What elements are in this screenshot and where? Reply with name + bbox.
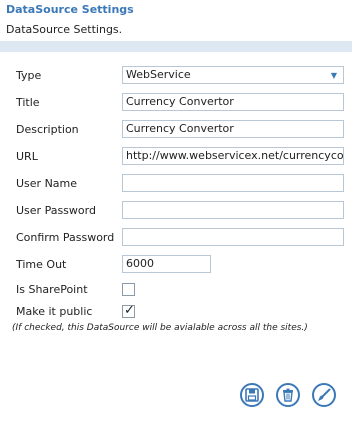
url-label: URL: [16, 150, 38, 163]
type-label: Type: [16, 69, 42, 82]
make-public-label: Make it public: [16, 305, 93, 318]
is-sharepoint-label: Is SharePoint: [16, 283, 88, 296]
description-input[interactable]: Currency Convertor: [122, 120, 344, 138]
description-label: Description: [16, 123, 79, 136]
is-sharepoint-checkbox[interactable]: [122, 283, 135, 296]
chevron-down-icon: ▼: [330, 71, 337, 80]
checkmark-icon: ✓: [124, 303, 135, 318]
page-title: DataSource Settings: [6, 3, 134, 16]
header-divider-band: [0, 41, 352, 52]
password-input[interactable]: [122, 201, 344, 219]
trash-icon: [283, 388, 293, 402]
username-label: User Name: [16, 177, 78, 190]
save-icon: [245, 388, 259, 402]
title-label: Title: [16, 96, 40, 109]
confirm-password-input[interactable]: [122, 228, 344, 246]
url-input[interactable]: http://www.webservicex.net/currencyconve…: [122, 147, 344, 165]
save-button[interactable]: [240, 383, 264, 407]
brush-icon: [318, 388, 331, 401]
title-input[interactable]: Currency Convertor: [122, 93, 344, 111]
type-select[interactable]: WebService ▼: [122, 66, 344, 84]
timeout-label: Time Out: [16, 258, 67, 271]
password-label: User Password: [16, 204, 96, 217]
page-subtitle: DataSource Settings.: [6, 23, 123, 36]
delete-button[interactable]: [276, 383, 300, 407]
timeout-input[interactable]: 6000: [122, 255, 211, 273]
type-select-value: WebService: [126, 68, 191, 81]
username-input[interactable]: [122, 174, 344, 192]
public-note: (If checked, this DataSource will be avi…: [12, 323, 308, 333]
make-public-checkbox[interactable]: ✓: [122, 303, 135, 318]
confirm-password-label: Confirm Password: [16, 231, 115, 244]
clear-button[interactable]: [312, 383, 336, 407]
